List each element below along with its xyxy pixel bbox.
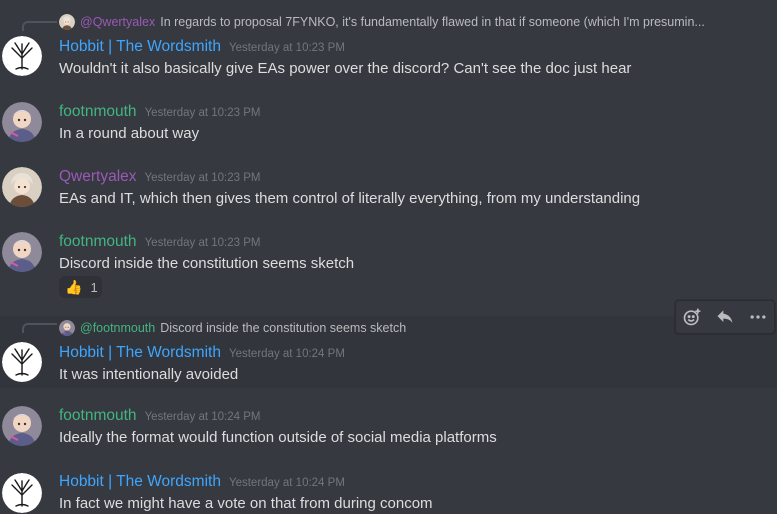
message-hobbit-2[interactable]: @footnmouth Discord inside the constitut… bbox=[0, 316, 777, 388]
timestamp: Yesterday at 10:23 PM bbox=[144, 172, 261, 184]
reply-preview[interactable]: @Qwertyalex In regards to proposal 7FYNK… bbox=[59, 14, 705, 30]
thumbs-up-icon: 👍 bbox=[65, 278, 83, 295]
message-hobbit-1[interactable]: @Qwertyalex In regards to proposal 7FYNK… bbox=[0, 0, 777, 96]
avatar[interactable] bbox=[2, 473, 42, 513]
message-content: Discord inside the constitution seems sk… bbox=[59, 255, 355, 272]
avatar[interactable] bbox=[2, 232, 42, 272]
avatar[interactable] bbox=[2, 342, 42, 382]
reply-text: Discord inside the constitution seems sk… bbox=[160, 321, 407, 335]
timestamp: Yesterday at 10:24 PM bbox=[228, 477, 345, 489]
message-content: In a round about way bbox=[59, 125, 200, 142]
reply-preview[interactable]: @footnmouth Discord inside the constitut… bbox=[59, 320, 406, 336]
message-content: It was intentionally avoided bbox=[59, 366, 239, 383]
message-qwertyalex-1[interactable]: Qwertyalex Yesterday at 10:23 PM EAs and … bbox=[0, 160, 777, 226]
reply-spine bbox=[22, 21, 57, 31]
avatar[interactable] bbox=[2, 102, 42, 142]
reply-text: In regards to proposal 7FYNKO, it's fund… bbox=[160, 15, 705, 29]
message-content: Wouldn't it also basically give EAs powe… bbox=[59, 60, 632, 77]
message-footnmouth-1[interactable]: footnmouth Yesterday at 10:23 PM In a rou… bbox=[0, 96, 777, 160]
reply-mention[interactable]: @Qwertyalex bbox=[80, 15, 155, 29]
message-content: In fact we might have a vote on that fro… bbox=[59, 495, 433, 512]
username[interactable]: Hobbit | The Wordsmith bbox=[59, 344, 221, 361]
avatar[interactable] bbox=[2, 406, 42, 446]
add-reaction-icon[interactable] bbox=[679, 304, 705, 330]
timestamp: Yesterday at 10:23 PM bbox=[144, 237, 261, 249]
avatar[interactable] bbox=[2, 36, 42, 76]
reply-spine bbox=[22, 323, 57, 333]
more-icon[interactable] bbox=[745, 304, 771, 330]
message-footnmouth-2[interactable]: footnmouth Yesterday at 10:23 PM Discord … bbox=[0, 226, 777, 316]
username[interactable]: Hobbit | The Wordsmith bbox=[59, 38, 221, 55]
timestamp: Yesterday at 10:24 PM bbox=[144, 411, 261, 423]
message-footnmouth-3[interactable]: footnmouth Yesterday at 10:24 PM Ideally … bbox=[0, 388, 777, 454]
username[interactable]: footnmouth bbox=[59, 103, 137, 120]
reaction-count: 1 bbox=[90, 279, 98, 295]
reply-avatar bbox=[59, 320, 75, 336]
username[interactable]: Hobbit | The Wordsmith bbox=[59, 473, 221, 490]
timestamp: Yesterday at 10:23 PM bbox=[228, 42, 345, 54]
message-content: EAs and IT, which then gives them contro… bbox=[59, 190, 641, 207]
username[interactable]: footnmouth bbox=[59, 407, 137, 424]
username[interactable]: footnmouth bbox=[59, 233, 137, 250]
timestamp: Yesterday at 10:23 PM bbox=[144, 107, 261, 119]
reaction-thumbs-up[interactable]: 👍 1 bbox=[59, 276, 102, 298]
message-hobbit-3[interactable]: Hobbit | The Wordsmith Yesterday at 10:24… bbox=[0, 454, 777, 514]
reply-icon[interactable] bbox=[712, 304, 738, 330]
username[interactable]: Qwertyalex bbox=[59, 168, 137, 185]
reply-mention[interactable]: @footnmouth bbox=[80, 321, 155, 335]
message-toolbar bbox=[675, 300, 775, 334]
timestamp: Yesterday at 10:24 PM bbox=[228, 348, 345, 360]
avatar[interactable] bbox=[2, 167, 42, 207]
message-content: Ideally the format would function outsid… bbox=[59, 429, 497, 446]
reply-avatar bbox=[59, 14, 75, 30]
